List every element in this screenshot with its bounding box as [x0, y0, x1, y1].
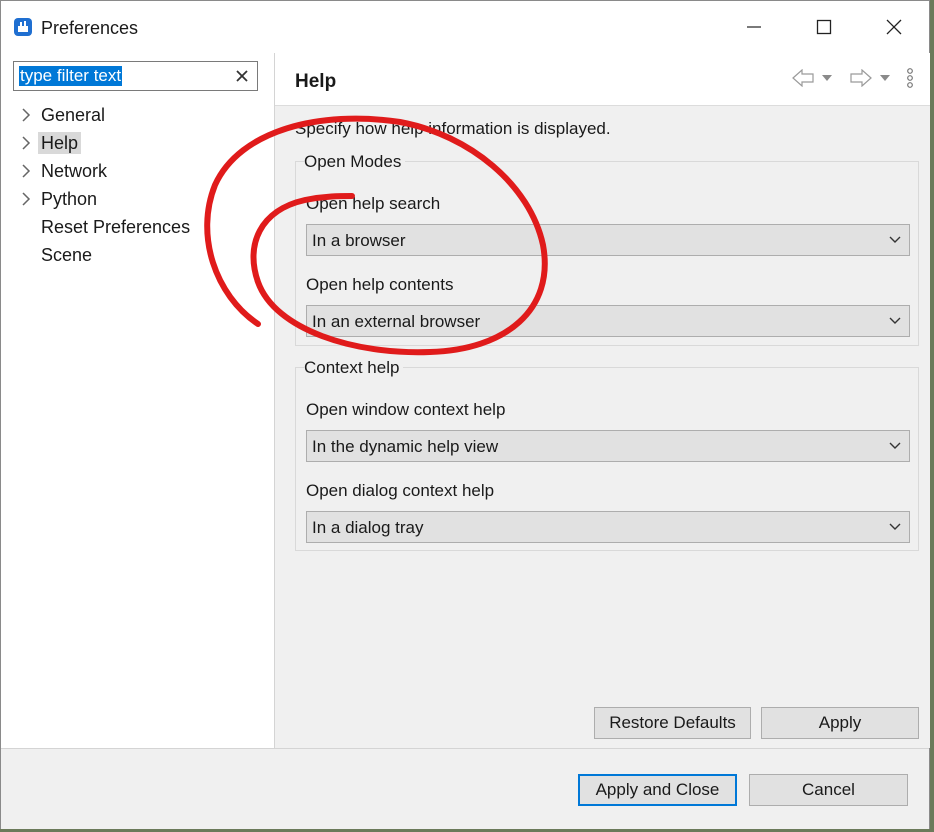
tree-item-label: Network: [41, 161, 108, 181]
chevron-down-icon: [889, 442, 901, 449]
page-header: Help: [275, 53, 930, 106]
open-help-contents-select[interactable]: In an external browser: [306, 305, 910, 337]
chevron-down-icon: [889, 317, 901, 324]
field-label: Open dialog context help: [306, 481, 495, 500]
tree-item-label: General: [41, 105, 106, 125]
page-description: Specify how help information is displaye…: [295, 119, 611, 138]
page-title: Help: [295, 71, 337, 92]
forward-arrow-icon[interactable]: [850, 69, 872, 87]
preference-page: Help Specify how help information is dis…: [275, 53, 930, 748]
filter-input-value: type filter text: [19, 66, 123, 86]
expand-arrow-icon[interactable]: [21, 192, 31, 206]
field-label: Open help search: [306, 194, 441, 213]
filter-input[interactable]: type filter text: [13, 61, 258, 91]
dialog-button-bar: Apply and Close Cancel: [1, 748, 929, 829]
chevron-down-icon: [889, 523, 901, 530]
open-dialog-context-help-select[interactable]: In a dialog tray: [306, 511, 910, 543]
tree-item-label: Scene: [41, 245, 93, 265]
expand-arrow-icon[interactable]: [21, 108, 31, 122]
expand-arrow-icon[interactable]: [21, 136, 31, 150]
view-menu-icon[interactable]: [906, 67, 914, 89]
group-title: Open Modes: [304, 152, 406, 172]
open-modes-group: Open Modes Open help search In a browser…: [295, 152, 919, 346]
clear-filter-icon[interactable]: [233, 67, 251, 85]
chevron-down-icon: [889, 236, 901, 243]
close-window-button[interactable]: [859, 1, 929, 53]
restore-defaults-button[interactable]: Restore Defaults: [594, 707, 751, 739]
select-value: In a browser: [312, 231, 406, 250]
tree-item-network[interactable]: Network: [1, 157, 274, 185]
field-label: Open window context help: [306, 400, 506, 419]
tree-item-general[interactable]: General: [1, 101, 274, 129]
page-navigation: [792, 67, 914, 89]
group-title: Context help: [304, 358, 404, 378]
select-value: In a dialog tray: [312, 518, 424, 537]
minimize-icon: [747, 26, 761, 28]
open-help-search-select[interactable]: In a browser: [306, 224, 910, 256]
tree-item-reset-preferences[interactable]: Reset Preferences: [1, 213, 274, 241]
tree-item-help[interactable]: Help: [1, 129, 274, 157]
apply-and-close-button[interactable]: Apply and Close: [578, 774, 737, 806]
tree-item-scene[interactable]: Scene: [1, 241, 274, 269]
title-bar[interactable]: Preferences: [1, 1, 929, 53]
preference-navigation: type filter text General Help Network Py…: [1, 53, 275, 748]
preferences-window: Preferences type filter text General Hel…: [0, 0, 930, 829]
field-label: Open help contents: [306, 275, 454, 294]
select-value: In the dynamic help view: [312, 437, 499, 456]
tree-item-label: Help: [38, 132, 82, 154]
select-value: In an external browser: [312, 312, 481, 331]
window-title: Preferences: [41, 18, 139, 38]
context-help-group: Context help Open window context help In…: [295, 358, 919, 551]
back-arrow-icon[interactable]: [792, 69, 814, 87]
preference-tree: General Help Network Python Reset Prefer…: [1, 101, 274, 269]
minimize-button[interactable]: [719, 1, 789, 53]
close-icon: [886, 19, 902, 35]
open-window-context-help-select[interactable]: In the dynamic help view: [306, 430, 910, 462]
tree-item-python[interactable]: Python: [1, 185, 274, 213]
maximize-icon: [816, 19, 832, 35]
tree-item-label: Reset Preferences: [41, 217, 191, 237]
expand-arrow-icon[interactable]: [21, 164, 31, 178]
back-dropdown-icon[interactable]: [822, 74, 832, 82]
forward-dropdown-icon[interactable]: [880, 74, 890, 82]
eclipse-app-icon: [14, 18, 32, 36]
maximize-button[interactable]: [789, 1, 859, 53]
apply-button[interactable]: Apply: [761, 707, 919, 739]
cancel-button[interactable]: Cancel: [749, 774, 908, 806]
tree-item-label: Python: [41, 189, 98, 209]
